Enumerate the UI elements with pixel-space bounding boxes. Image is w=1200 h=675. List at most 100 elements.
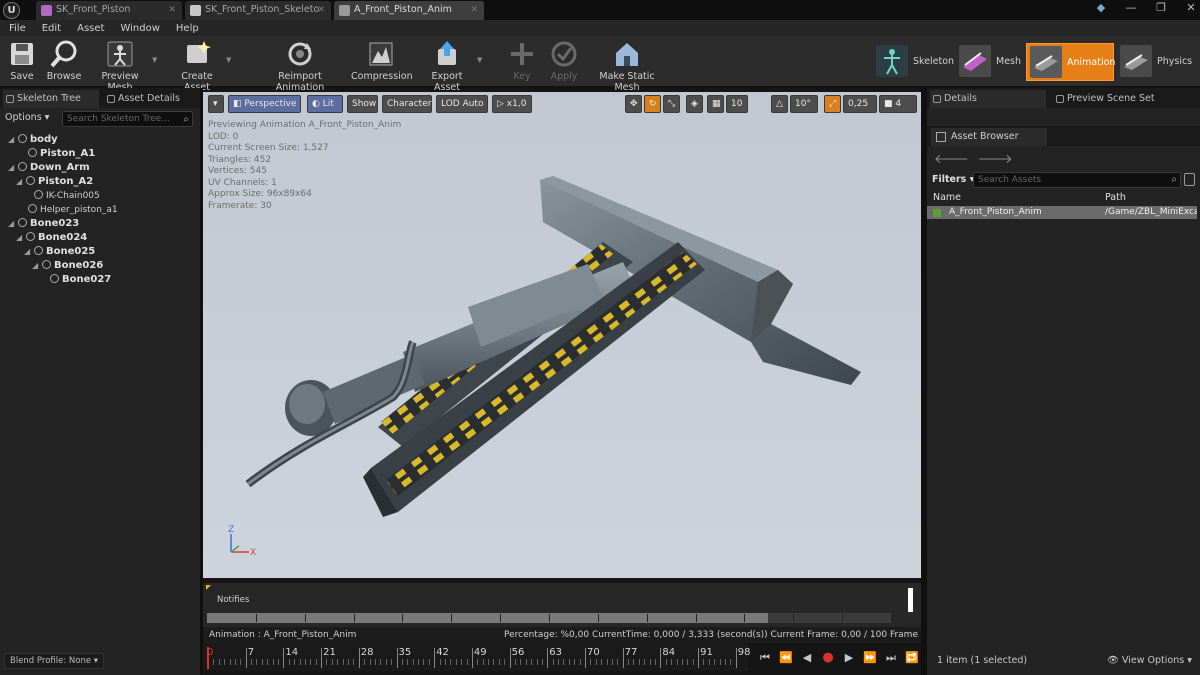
bone-item[interactable]: Helper_piston_a1: [18, 203, 118, 217]
minimize-button[interactable]: —: [1124, 1, 1138, 14]
column-path[interactable]: Path: [1105, 192, 1126, 203]
bone-item[interactable]: ◢ Bone024: [16, 231, 87, 245]
collapse-icon[interactable]: ◢: [16, 175, 26, 189]
apply-button[interactable]: Apply: [547, 39, 581, 85]
tab-details[interactable]: Details: [930, 90, 1046, 108]
rotation-snap-icon[interactable]: △: [771, 95, 788, 113]
bone-item[interactable]: ◢ body: [8, 133, 58, 147]
playback-speed-button[interactable]: ▷ x1,0: [492, 95, 532, 113]
collapse-icon[interactable]: ◢: [16, 231, 26, 245]
mode-skeleton[interactable]: Skeleton: [873, 43, 957, 81]
bone-item[interactable]: IK-Chain005: [34, 189, 100, 203]
reimport-animation-button[interactable]: Reimport Animation: [256, 39, 344, 93]
mode-physics[interactable]: Physics: [1117, 43, 1197, 81]
record-icon[interactable]: ●: [820, 650, 836, 666]
info-line: Vertices: 545: [208, 166, 267, 176]
close-window-button[interactable]: ✕: [1184, 1, 1198, 14]
bone-item[interactable]: ◢ Bone025: [24, 245, 95, 259]
skip-to-start-icon[interactable]: ⏮: [757, 650, 773, 666]
collapse-icon[interactable]: ◢: [8, 133, 18, 147]
menu-asset[interactable]: Asset: [77, 23, 104, 34]
asset-settings-icon[interactable]: [1184, 173, 1195, 186]
column-name[interactable]: Name: [933, 192, 961, 203]
collapse-icon[interactable]: ◢: [32, 259, 42, 273]
grid-snap-icon[interactable]: ▦: [707, 95, 724, 113]
skip-to-end-icon[interactable]: ⏭: [883, 650, 899, 666]
compression-button[interactable]: Compression: [351, 39, 413, 85]
skeleton-search-input[interactable]: Search Skeleton Tree... ⌕: [62, 111, 193, 127]
preview-mesh-button[interactable]: Preview Mesh: [89, 39, 151, 93]
bone-item[interactable]: ◢ Down_Arm: [8, 161, 90, 175]
browse-button[interactable]: Browse: [45, 39, 83, 85]
create-asset-button[interactable]: Create Asset: [168, 39, 226, 93]
lod-button[interactable]: LOD Auto: [436, 95, 488, 113]
options-button[interactable]: Options ▾: [5, 112, 49, 123]
show-button[interactable]: Show: [347, 95, 378, 113]
timeline-ruler[interactable]: 7 14 21 28 35 42 49 56 63 70 77 84 91 98 0: [203, 643, 751, 671]
asset-search-input[interactable]: Search Assets ⌕: [973, 172, 1181, 188]
menu-edit[interactable]: Edit: [42, 23, 61, 34]
menu-file[interactable]: File: [9, 23, 26, 34]
close-icon[interactable]: ✕: [317, 1, 325, 19]
perspective-button[interactable]: ◧ Perspective: [228, 95, 301, 113]
lit-button[interactable]: ◐ Lit: [307, 95, 343, 113]
camera-speed-button[interactable]: ■ 4: [879, 95, 917, 113]
scale-snap-value[interactable]: 0,25: [843, 95, 877, 113]
view-options-button[interactable]: 👁 View Options ▾: [1107, 655, 1192, 666]
export-asset-button[interactable]: Export Asset: [418, 39, 476, 93]
scrub-marker[interactable]: [908, 588, 913, 612]
rotation-snap-value[interactable]: 10°: [790, 95, 818, 113]
tab-asset-browser[interactable]: Asset Browser: [931, 128, 1047, 146]
export-asset-dropdown-icon[interactable]: ▼: [477, 56, 482, 64]
tab-asset-details[interactable]: Asset Details: [104, 90, 196, 108]
mode-animation[interactable]: Animation: [1026, 43, 1115, 81]
viewport-options-button[interactable]: ▾: [208, 95, 224, 113]
tab-skeleton-tree[interactable]: Skeleton Tree: [3, 90, 99, 108]
create-asset-dropdown-icon[interactable]: ▼: [226, 56, 231, 64]
tab-sk-front-piston-skeleton[interactable]: SK_Front_Piston_Skeleto ✕: [185, 1, 331, 20]
maximize-button[interactable]: ❐: [1154, 1, 1168, 14]
unreal-logo-icon[interactable]: U: [3, 2, 20, 19]
close-icon[interactable]: ✕: [470, 1, 478, 19]
key-button[interactable]: Key: [507, 39, 537, 85]
notify-track-bar[interactable]: [207, 613, 891, 623]
forward-arrow-icon[interactable]: 🡒: [978, 151, 1013, 167]
scale-snap-icon[interactable]: ⤢: [824, 95, 841, 113]
close-icon[interactable]: ✕: [168, 1, 176, 19]
tab-preview-scene-settings[interactable]: Preview Scene Set: [1053, 90, 1197, 108]
preview-viewport[interactable]: ▾ ◧ Perspective ◐ Lit Show Character LOD…: [203, 92, 921, 578]
loop-icon[interactable]: 🔁: [904, 650, 920, 666]
character-button[interactable]: Character: [382, 95, 432, 113]
step-back-icon[interactable]: ⏪: [778, 650, 794, 666]
grid-snap-value[interactable]: 10: [726, 95, 748, 113]
blend-profile-dropdown[interactable]: Blend Profile: None ▾: [4, 653, 105, 669]
translate-icon[interactable]: ✥: [625, 95, 642, 113]
timeline-minor-tick: [725, 659, 727, 665]
collapse-icon[interactable]: ◢: [8, 161, 18, 175]
menu-help[interactable]: Help: [176, 23, 199, 34]
save-button[interactable]: Save: [6, 39, 38, 85]
bone-item[interactable]: Bone027: [50, 273, 111, 287]
help-cube-icon[interactable]: ◆: [1094, 1, 1108, 14]
world-local-icon[interactable]: ◈: [686, 95, 703, 113]
play-reverse-icon[interactable]: ◀: [799, 650, 815, 666]
collapse-icon[interactable]: ◢: [24, 245, 34, 259]
bone-item[interactable]: Piston_A1: [18, 147, 95, 161]
back-arrow-icon[interactable]: 🡐: [934, 151, 969, 167]
mode-mesh[interactable]: Mesh: [956, 43, 1026, 81]
play-icon[interactable]: ▶: [841, 650, 857, 666]
bone-item[interactable]: ◢ Bone026: [32, 259, 103, 273]
bone-item[interactable]: ◢ Bone023: [8, 217, 79, 231]
filters-dropdown[interactable]: Filters ▾: [932, 174, 974, 185]
asset-row[interactable]: A_Front_Piston_Anim /Game/ZBL_MiniExcava…: [927, 206, 1197, 219]
preview-mesh-dropdown-icon[interactable]: ▼: [152, 56, 157, 64]
tab-a-front-piston-anim[interactable]: A_Front_Piston_Anim ✕: [334, 1, 484, 20]
make-static-mesh-button[interactable]: Make Static Mesh: [587, 39, 667, 93]
scale-icon[interactable]: ⤡: [663, 95, 680, 113]
bone-item[interactable]: ◢ Piston_A2: [16, 175, 93, 189]
tab-sk-front-piston[interactable]: SK_Front_Piston ✕: [36, 1, 182, 20]
collapse-icon[interactable]: ◢: [8, 217, 18, 231]
menu-window[interactable]: Window: [120, 23, 159, 34]
step-forward-icon[interactable]: ⏩: [862, 650, 878, 666]
rotate-icon[interactable]: ↻: [644, 95, 661, 113]
